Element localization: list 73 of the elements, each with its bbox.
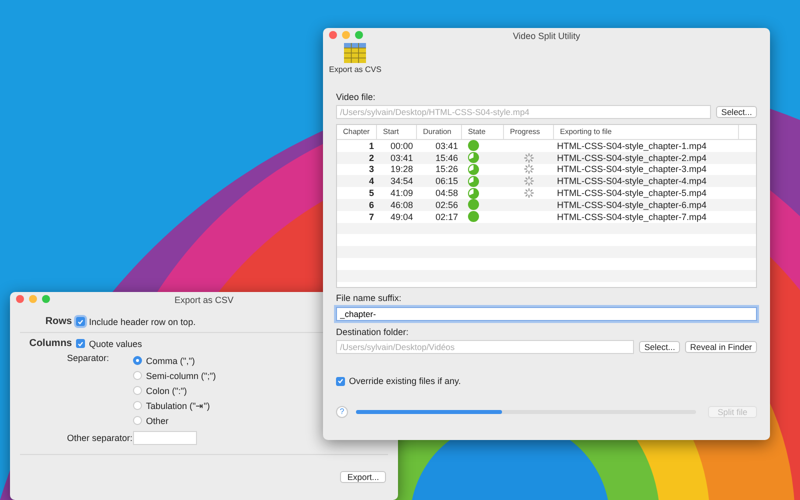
- table-cell-text: 02:17: [434, 212, 459, 222]
- zoom-button[interactable]: [355, 31, 363, 39]
- radio-button[interactable]: [133, 416, 142, 425]
- zoom-button[interactable]: [42, 295, 50, 303]
- radio-button[interactable]: [133, 401, 142, 410]
- table-cell-text: HTML-CSS-S04-style_chapter-5.mp4: [556, 188, 708, 198]
- checkbox[interactable]: [76, 339, 85, 348]
- spinner-icon: [524, 176, 534, 186]
- table-cell-text: 41:09: [389, 188, 414, 198]
- columns-section-label: Columns: [28, 338, 72, 349]
- rows-section-label: Rows: [44, 316, 72, 327]
- radio-button[interactable]: [133, 356, 142, 365]
- table-cell-text: 19:28: [389, 164, 414, 174]
- header-row-label: Include header row on top.: [89, 316, 196, 326]
- table-cell-text: HTML-CSS-S04-style_chapter-7.mp4: [556, 212, 708, 222]
- other-separator-label: Other separator:: [66, 433, 133, 443]
- destination-label: Destination folder:: [336, 327, 410, 337]
- table-cell-text: 46:08: [389, 200, 414, 210]
- table-cell-text: 03:41: [389, 152, 414, 163]
- separator-option-label: Comma (","): [146, 356, 195, 366]
- table-cell-text: HTML-CSS-S04-style_chapter-4.mp4: [556, 176, 708, 186]
- destination-field[interactable]: /Users/sylvain/Desktop/Vidéos: [336, 340, 634, 354]
- separator-option-label: Other: [146, 416, 169, 426]
- close-button[interactable]: [329, 31, 337, 39]
- table-cell-text: 3: [368, 164, 375, 174]
- folder-button[interactable]: Select...: [639, 341, 680, 353]
- radio-button[interactable]: [133, 386, 142, 395]
- window-title: Video Split Utility: [512, 30, 580, 40]
- close-button[interactable]: [16, 295, 24, 303]
- table-cell-text: 5: [368, 188, 375, 198]
- separator-option-label: Tabulation ("⇥"): [146, 400, 210, 410]
- table-cell-text: 49:04: [389, 212, 414, 222]
- table-cell-text: 34:54: [389, 176, 414, 186]
- table-cell-text: 1: [368, 140, 375, 151]
- table-cell-text: HTML-CSS-S04-style_chapter-2.mp4: [556, 152, 708, 163]
- minimize-button[interactable]: [342, 31, 350, 39]
- export-button[interactable]: Export...: [340, 471, 386, 483]
- quote-values-label: Quote values: [89, 338, 142, 348]
- spinner-icon: [524, 188, 534, 198]
- select-button[interactable]: Select...: [716, 106, 757, 118]
- table-cell-text: HTML-CSS-S04-style_chapter-6.mp4: [556, 200, 708, 210]
- separator-label: Separator:: [66, 353, 110, 365]
- video-file-field[interactable]: /Users/sylvain/Desktop/HTML-CSS-S04-style.mp4: [336, 105, 712, 119]
- window-title: Export as CSV: [174, 294, 234, 304]
- suffix-label: File name suffix:: [336, 293, 402, 303]
- table-cell-text: 4: [368, 176, 375, 186]
- separator-option-label: Colon (":"): [146, 386, 187, 396]
- checkbox[interactable]: [76, 317, 85, 326]
- table-cell-text: HTML-CSS-S04-style_chapter-1.mp4: [556, 140, 708, 151]
- folder-button[interactable]: Reveal in Finder: [685, 341, 757, 353]
- table-cell-text: 15:26: [434, 164, 459, 174]
- suffix-field[interactable]: _chapter-: [336, 307, 757, 321]
- table-cell-text: 04:58: [434, 188, 459, 198]
- export-toolbar-button[interactable]: Export as CVS: [327, 43, 384, 74]
- minimize-button[interactable]: [29, 295, 37, 303]
- spinner-icon: [524, 164, 534, 174]
- table-cell-text: 03:41: [434, 140, 459, 151]
- video-file-label: Video file:: [336, 92, 376, 102]
- table-cell-text: 15:46: [434, 152, 459, 163]
- table-cell-text: 2: [368, 152, 375, 163]
- table-cell-text: HTML-CSS-S04-style_chapter-3.mp4: [556, 164, 708, 174]
- table-cell-text: 7: [368, 212, 375, 222]
- table-cell-text: 6: [368, 200, 375, 210]
- override-label: Override existing files if any.: [349, 376, 461, 386]
- table-cell-text: 02:56: [434, 200, 459, 210]
- other-separator-field[interactable]: [133, 431, 197, 445]
- table-cell-text: 06:15: [434, 176, 459, 186]
- table-grid-icon: [344, 43, 366, 63]
- spinner-icon: [524, 152, 534, 163]
- table-cell-text: 00:00: [389, 140, 414, 151]
- separator-option-label: Semi-column (";"): [146, 370, 216, 380]
- radio-button[interactable]: [133, 371, 142, 380]
- checkbox[interactable]: [336, 376, 345, 386]
